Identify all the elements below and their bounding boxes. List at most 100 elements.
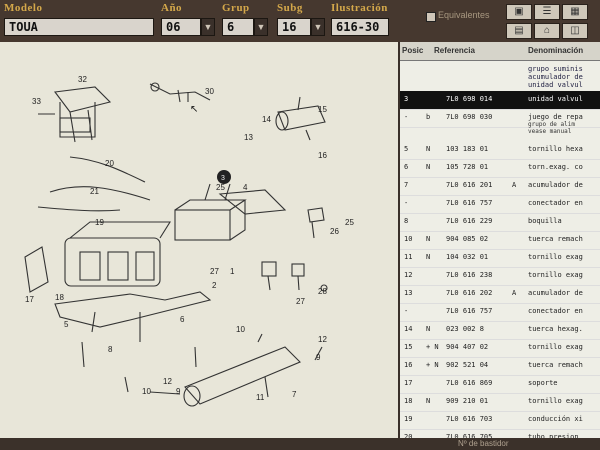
ano-field[interactable]: 06 [161, 18, 201, 36]
svg-text:25: 25 [216, 183, 225, 192]
cell-mark: b [426, 113, 431, 121]
cell-den: boquilla [528, 217, 562, 225]
table-row[interactable]: 18 N 909 210 01 tornillo exag [400, 393, 600, 412]
svg-text:10: 10 [236, 325, 245, 334]
ilustracion-field[interactable]: 616-30 [331, 18, 389, 36]
cell-den: tornillo hexa [528, 145, 583, 153]
grid-icon[interactable]: ▦ [562, 4, 588, 20]
parts-list-panel: Posic Referencia Denominación grupo sumi… [398, 42, 600, 438]
cell-ref: 7L0 698 014 [446, 95, 493, 103]
parts-icon[interactable]: ◫ [562, 23, 588, 39]
table-row[interactable]: 5 N 103 183 01 tornillo hexa [400, 141, 600, 160]
parts-diagram[interactable]: 3 32 33 30 15 14 13 16 20 21 19 25 4 25 26 17 18 27… [0, 42, 398, 438]
cell-pos: 12 [404, 271, 413, 279]
top-toolbar: Modelo TOUA Año 06 ▼ Grup 6 ▼ Subg 16 ▼ … [0, 0, 600, 44]
cell-ref: 7L0 698 030 [446, 113, 493, 121]
grup-field[interactable]: 6 [222, 18, 254, 36]
table-row[interactable]: - 7L0 616 757 conectador en [400, 195, 600, 214]
cell-pos: 6 [404, 163, 409, 171]
svg-text:16: 16 [318, 151, 327, 160]
cell-ref: 105 728 01 [446, 163, 489, 171]
page-icon[interactable]: ▤ [506, 23, 532, 39]
cell-mark: N [426, 325, 431, 333]
svg-text:2: 2 [212, 281, 217, 290]
cell-ref: 7L0 616 757 [446, 307, 493, 315]
col-referencia: Referencia [434, 46, 475, 55]
table-row[interactable]: 3 7L0 698 014 unidad valvul [400, 91, 600, 110]
cell-den: unidad valvul [528, 95, 583, 103]
col-denominacion: Denominación [528, 46, 584, 55]
equivalentes-label: Equivalentes [438, 10, 490, 20]
table-row[interactable]: 6 N 105 728 01 torn.exag. co [400, 159, 600, 178]
cell-den: tornillo exag [528, 253, 583, 261]
ano-dropdown-button[interactable]: ▼ [201, 18, 215, 36]
svg-text:10: 10 [142, 387, 151, 396]
svg-text:9: 9 [176, 387, 181, 396]
table-row[interactable]: 10 N 904 085 02 tuerca remach [400, 231, 600, 250]
table-row[interactable]: 16 + N 902 521 04 tuerca remach [400, 357, 600, 376]
subg-field[interactable]: 16 [277, 18, 311, 36]
svg-text:8: 8 [108, 345, 113, 354]
cell-pos: 14 [404, 325, 413, 333]
cell-mark: N [426, 397, 431, 405]
cell-pos: - [404, 307, 409, 315]
cell-ref: 7L0 616 757 [446, 199, 493, 207]
catalog-icon[interactable]: ▣ [506, 4, 532, 20]
cell-pos: - [404, 199, 409, 207]
cell-mark: N [426, 163, 431, 171]
cell-ref: 023 002 8 [446, 325, 484, 333]
modelo-label: Modelo [4, 2, 43, 14]
svg-text:30: 30 [205, 87, 214, 96]
cell-suffix: A [512, 289, 517, 297]
svg-text:9: 9 [316, 353, 321, 362]
cell-ref: 902 521 04 [446, 361, 489, 369]
intro-line: acumulador de [528, 73, 583, 81]
ilustracion-label: Ilustración [331, 2, 388, 14]
table-row[interactable]: 12 7L0 616 238 tornillo exag [400, 267, 600, 286]
cell-den: conectador en [528, 199, 583, 207]
svg-text:4: 4 [243, 183, 248, 192]
grup-dropdown-button[interactable]: ▼ [254, 18, 268, 36]
cell-ref: 7L0 616 202 [446, 289, 493, 297]
cell-pos: 10 [404, 235, 413, 243]
table-row[interactable]: 19 7L0 616 703 conducción xi [400, 411, 600, 430]
cell-den: conducción xi [528, 415, 583, 423]
cell-pos: 8 [404, 217, 409, 225]
table-row[interactable]: 20 7L0 616 705 tubo presion [400, 429, 600, 438]
modelo-field[interactable]: TOUA [4, 18, 154, 36]
table-row[interactable]: 13 7L0 616 202 Aacumulador de [400, 285, 600, 304]
car-icon[interactable]: ⌂ [534, 23, 560, 39]
svg-text:21: 21 [90, 187, 99, 196]
table-row[interactable]: 14 N 023 002 8 tuerca hexag. [400, 321, 600, 340]
cell-mark: N [426, 145, 431, 153]
grup-label: Grup [222, 2, 250, 14]
cell-pos: 17 [404, 379, 413, 387]
table-row[interactable]: 15 + N 904 407 02 tornillo exag [400, 339, 600, 358]
table-header: Posic Referencia Denominación [400, 42, 600, 61]
cell-pos: - [404, 113, 409, 121]
cell-ref: 7L0 616 869 [446, 379, 493, 387]
subg-dropdown-button[interactable]: ▼ [311, 18, 325, 36]
cell-mark: N [426, 235, 431, 243]
list-icon[interactable]: ☰ [534, 4, 560, 20]
cell-den: soporte [528, 379, 558, 387]
cell-pos: 13 [404, 289, 413, 297]
svg-text:28: 28 [318, 287, 327, 296]
svg-text:12: 12 [163, 377, 172, 386]
cell-ref: 104 032 01 [446, 253, 489, 261]
table-row[interactable]: 17 7L0 616 869 soporte [400, 375, 600, 394]
cell-den: tuerca remach [528, 361, 583, 369]
cell-ref: 904 085 02 [446, 235, 489, 243]
table-row[interactable]: 8 7L0 616 229 boquilla [400, 213, 600, 232]
table-row[interactable]: 7 7L0 616 201 Aacumulador de [400, 177, 600, 196]
cell-pos: 18 [404, 397, 413, 405]
svg-text:33: 33 [32, 97, 41, 106]
svg-text:17: 17 [25, 295, 34, 304]
table-row[interactable]: 11 N 104 032 01 tornillo exag [400, 249, 600, 268]
table-row[interactable]: - 7L0 616 757 conectador en [400, 303, 600, 322]
row-extra-line: vease manual [528, 128, 572, 135]
equivalentes-checkbox[interactable] [426, 12, 436, 22]
cell-mark: + N [426, 343, 439, 351]
svg-text:13: 13 [244, 133, 253, 142]
cell-pos: 19 [404, 415, 413, 423]
